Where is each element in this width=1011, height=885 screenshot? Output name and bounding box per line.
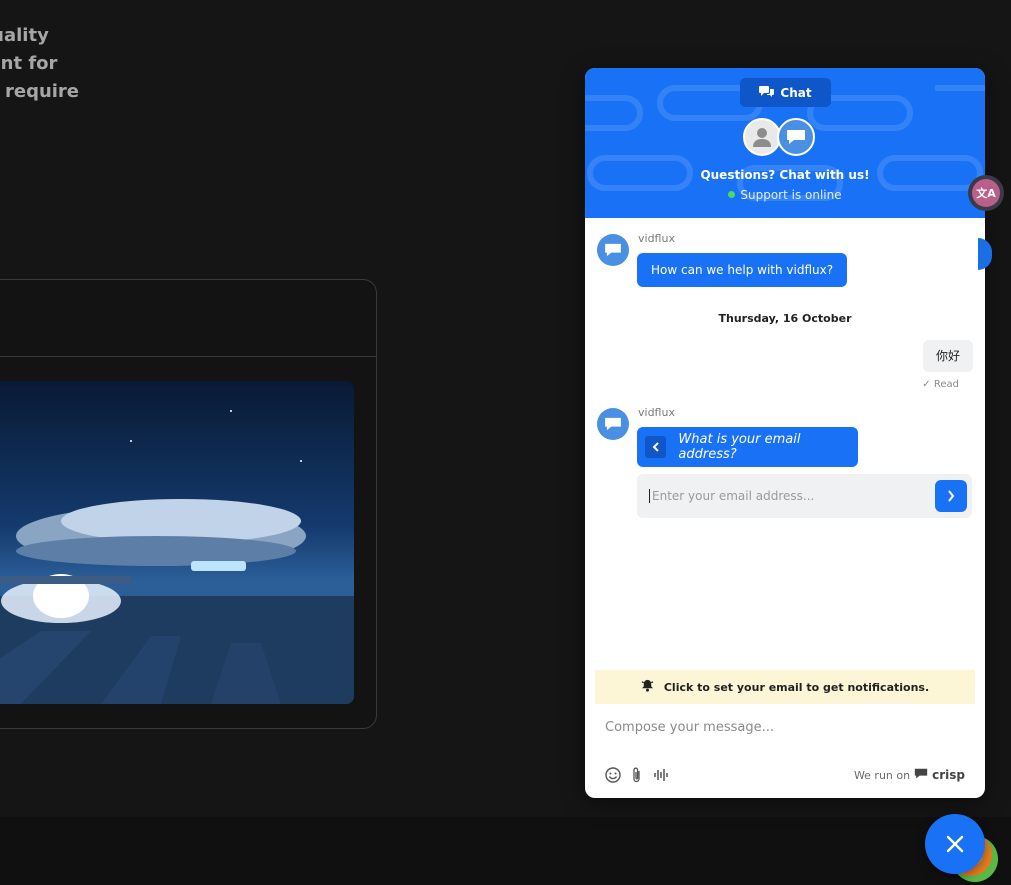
chat-bubbles-icon xyxy=(759,85,775,101)
page-footer-band xyxy=(0,817,1011,885)
compose-toolbar xyxy=(605,767,669,783)
crisp-logo-icon xyxy=(914,768,928,782)
tab-chat-label: Chat xyxy=(780,85,812,100)
translate-button[interactable]: 文A xyxy=(968,175,1004,211)
back-button[interactable] xyxy=(645,436,667,458)
notification-text: Click to set your email to get notificat… xyxy=(663,680,930,694)
chat-close-button[interactable] xyxy=(925,814,985,874)
operator-avatar xyxy=(597,234,629,266)
team-avatars xyxy=(743,118,823,158)
side-tab[interactable] xyxy=(978,238,992,270)
support-status: Support is online xyxy=(585,188,985,202)
email-question-bubble: What is your email address? xyxy=(637,427,858,467)
brand-avatar xyxy=(777,118,815,156)
support-status-text: Support is online xyxy=(740,188,842,202)
email-submit-button[interactable] xyxy=(935,480,967,512)
intro-line-3: s required. xyxy=(0,81,80,102)
read-receipt-text: Read xyxy=(933,379,959,390)
checkmark-icon: ✓ xyxy=(922,379,931,390)
message-sender: vidflux xyxy=(638,232,675,245)
card-divider xyxy=(0,356,376,357)
intro-line-1: h-quality xyxy=(0,25,49,46)
date-separator: Thursday, 16 October xyxy=(718,312,852,325)
close-icon xyxy=(946,835,964,853)
operator-avatar xyxy=(597,408,629,440)
powered-by-brand: crisp xyxy=(932,768,965,782)
video-showcase-card xyxy=(0,279,377,729)
hero-spaceship-image xyxy=(0,381,354,704)
email-question-text: What is your email address? xyxy=(678,432,801,462)
intro-text: h-quality ntent for s required. xyxy=(0,22,80,106)
powered-by-prefix: We run on xyxy=(853,768,911,782)
chevron-left-icon xyxy=(652,442,659,452)
email-notification-prompt[interactable]: Click to set your email to get notificat… xyxy=(595,670,975,704)
user-message: 你好 xyxy=(922,340,973,372)
smiley-icon[interactable] xyxy=(605,767,621,783)
chat-header: Chat Questions? Chat with us! Support is… xyxy=(585,68,985,218)
email-input[interactable] xyxy=(649,489,935,503)
chat-widget: Chat Questions? Chat with us! Support is… xyxy=(585,68,985,798)
bell-icon xyxy=(641,679,654,695)
read-receipt: ✓ Read xyxy=(922,379,959,390)
compose-input[interactable] xyxy=(605,720,945,735)
chevron-right-icon xyxy=(948,490,955,502)
tab-chat[interactable]: Chat xyxy=(740,78,831,107)
intro-line-2: ntent for xyxy=(0,53,58,74)
translate-icon: 文A xyxy=(972,179,1000,207)
waveform-icon[interactable] xyxy=(653,768,669,782)
paperclip-icon[interactable] xyxy=(631,767,643,783)
online-dot-icon xyxy=(728,191,736,198)
agent-avatar xyxy=(743,118,781,156)
chat-header-title: Questions? Chat with us! xyxy=(700,168,870,182)
message-sender: vidflux xyxy=(638,406,675,419)
powered-by-crisp[interactable]: We run on crisp xyxy=(854,768,965,782)
email-form xyxy=(637,474,972,518)
operator-message: How can we help with vidflux? xyxy=(637,253,848,287)
